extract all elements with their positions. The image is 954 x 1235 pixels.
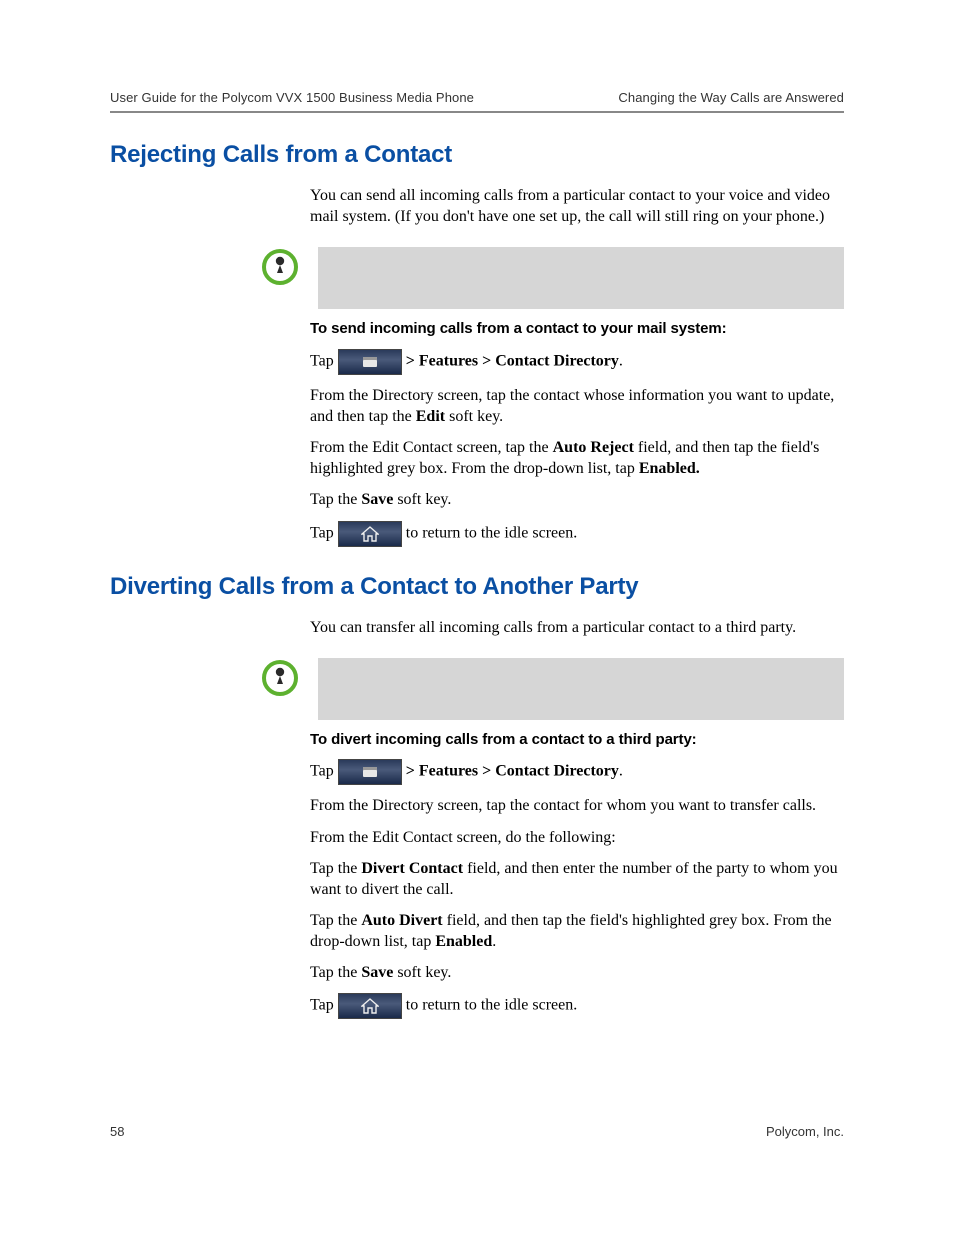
- text: .: [619, 353, 623, 370]
- tip-icon: [260, 658, 300, 703]
- section-1-body: You can send all incoming calls from a p…: [310, 185, 844, 227]
- step-2-3: From the Edit Contact screen, do the fol…: [310, 827, 844, 848]
- step-2-5: Tap to return to the idle screen.: [310, 993, 844, 1019]
- note-row-2: [110, 658, 844, 720]
- text: Tap: [310, 524, 338, 541]
- page-number: 58: [110, 1124, 124, 1139]
- header-left: User Guide for the Polycom VVX 1500 Busi…: [110, 90, 474, 105]
- step-2-3a: Tap the Divert Contact field, and then e…: [310, 858, 844, 900]
- note-row-1: [110, 247, 844, 309]
- text: Tap: [310, 353, 338, 370]
- running-header: User Guide for the Polycom VVX 1500 Busi…: [110, 90, 844, 111]
- tip-icon: [260, 247, 300, 292]
- step-1-5: Tap to return to the idle screen.: [310, 521, 844, 547]
- home-icon: [338, 993, 402, 1019]
- intro-paragraph: You can send all incoming calls from a p…: [310, 185, 844, 227]
- text: soft key.: [393, 964, 451, 981]
- bold-text: > Features > Contact Directory: [406, 353, 619, 370]
- text: From the Directory screen, tap the conta…: [310, 387, 834, 425]
- bold-text: Edit: [416, 408, 445, 425]
- bold-text: Save: [361, 964, 393, 981]
- section-heading-rejecting: Rejecting Calls from a Contact: [110, 141, 844, 169]
- header-right: Changing the Way Calls are Answered: [618, 90, 844, 105]
- menu-icon: [338, 759, 402, 785]
- text: Tap the: [310, 912, 361, 929]
- note-box-1: [318, 247, 844, 309]
- header-rule: [110, 111, 844, 113]
- text: Tap the: [310, 491, 361, 508]
- text: soft key.: [393, 491, 451, 508]
- bold-text: Auto Divert: [361, 912, 442, 929]
- step-1-3: From the Edit Contact screen, tap the Au…: [310, 437, 844, 479]
- text: .: [619, 763, 623, 780]
- bold-text: Enabled: [435, 933, 492, 950]
- text: Tap: [310, 997, 338, 1014]
- page: User Guide for the Polycom VVX 1500 Busi…: [0, 0, 954, 1235]
- procedure-heading-1: To send incoming calls from a contact to…: [310, 319, 844, 339]
- text: Tap the: [310, 860, 361, 877]
- section-2-body: You can transfer all incoming calls from…: [310, 617, 844, 638]
- bold-text: Auto Reject: [553, 439, 634, 456]
- running-footer: 58 Polycom, Inc.: [110, 1124, 844, 1139]
- section-2-steps: To divert incoming calls from a contact …: [310, 730, 844, 1020]
- step-2-4: Tap the Save soft key.: [310, 962, 844, 983]
- text: Tap the: [310, 964, 361, 981]
- bold-text: Enabled.: [639, 460, 700, 477]
- step-1-4: Tap the Save soft key.: [310, 489, 844, 510]
- bold-text: Save: [361, 491, 393, 508]
- section-heading-diverting: Diverting Calls from a Contact to Anothe…: [110, 573, 844, 601]
- text: soft key.: [445, 408, 503, 425]
- bold-text: Divert Contact: [361, 860, 463, 877]
- intro-paragraph-2: You can transfer all incoming calls from…: [310, 617, 844, 638]
- home-icon: [338, 521, 402, 547]
- section-1-steps: To send incoming calls from a contact to…: [310, 319, 844, 546]
- text: From the Edit Contact screen, tap the: [310, 439, 553, 456]
- bold-text: > Features > Contact Directory: [406, 763, 619, 780]
- footer-company: Polycom, Inc.: [766, 1124, 844, 1139]
- text: to return to the idle screen.: [406, 997, 578, 1014]
- text: .: [492, 933, 496, 950]
- menu-icon: [338, 349, 402, 375]
- note-box-2: [318, 658, 844, 720]
- step-2-3b: Tap the Auto Divert field, and then tap …: [310, 910, 844, 952]
- procedure-heading-2: To divert incoming calls from a contact …: [310, 730, 844, 750]
- step-1-1: Tap > Features > Contact Directory.: [310, 349, 844, 375]
- step-2-1: Tap > Features > Contact Directory.: [310, 759, 844, 785]
- text: to return to the idle screen.: [406, 524, 578, 541]
- step-1-2: From the Directory screen, tap the conta…: [310, 385, 844, 427]
- text: Tap: [310, 763, 338, 780]
- step-2-2: From the Directory screen, tap the conta…: [310, 795, 844, 816]
